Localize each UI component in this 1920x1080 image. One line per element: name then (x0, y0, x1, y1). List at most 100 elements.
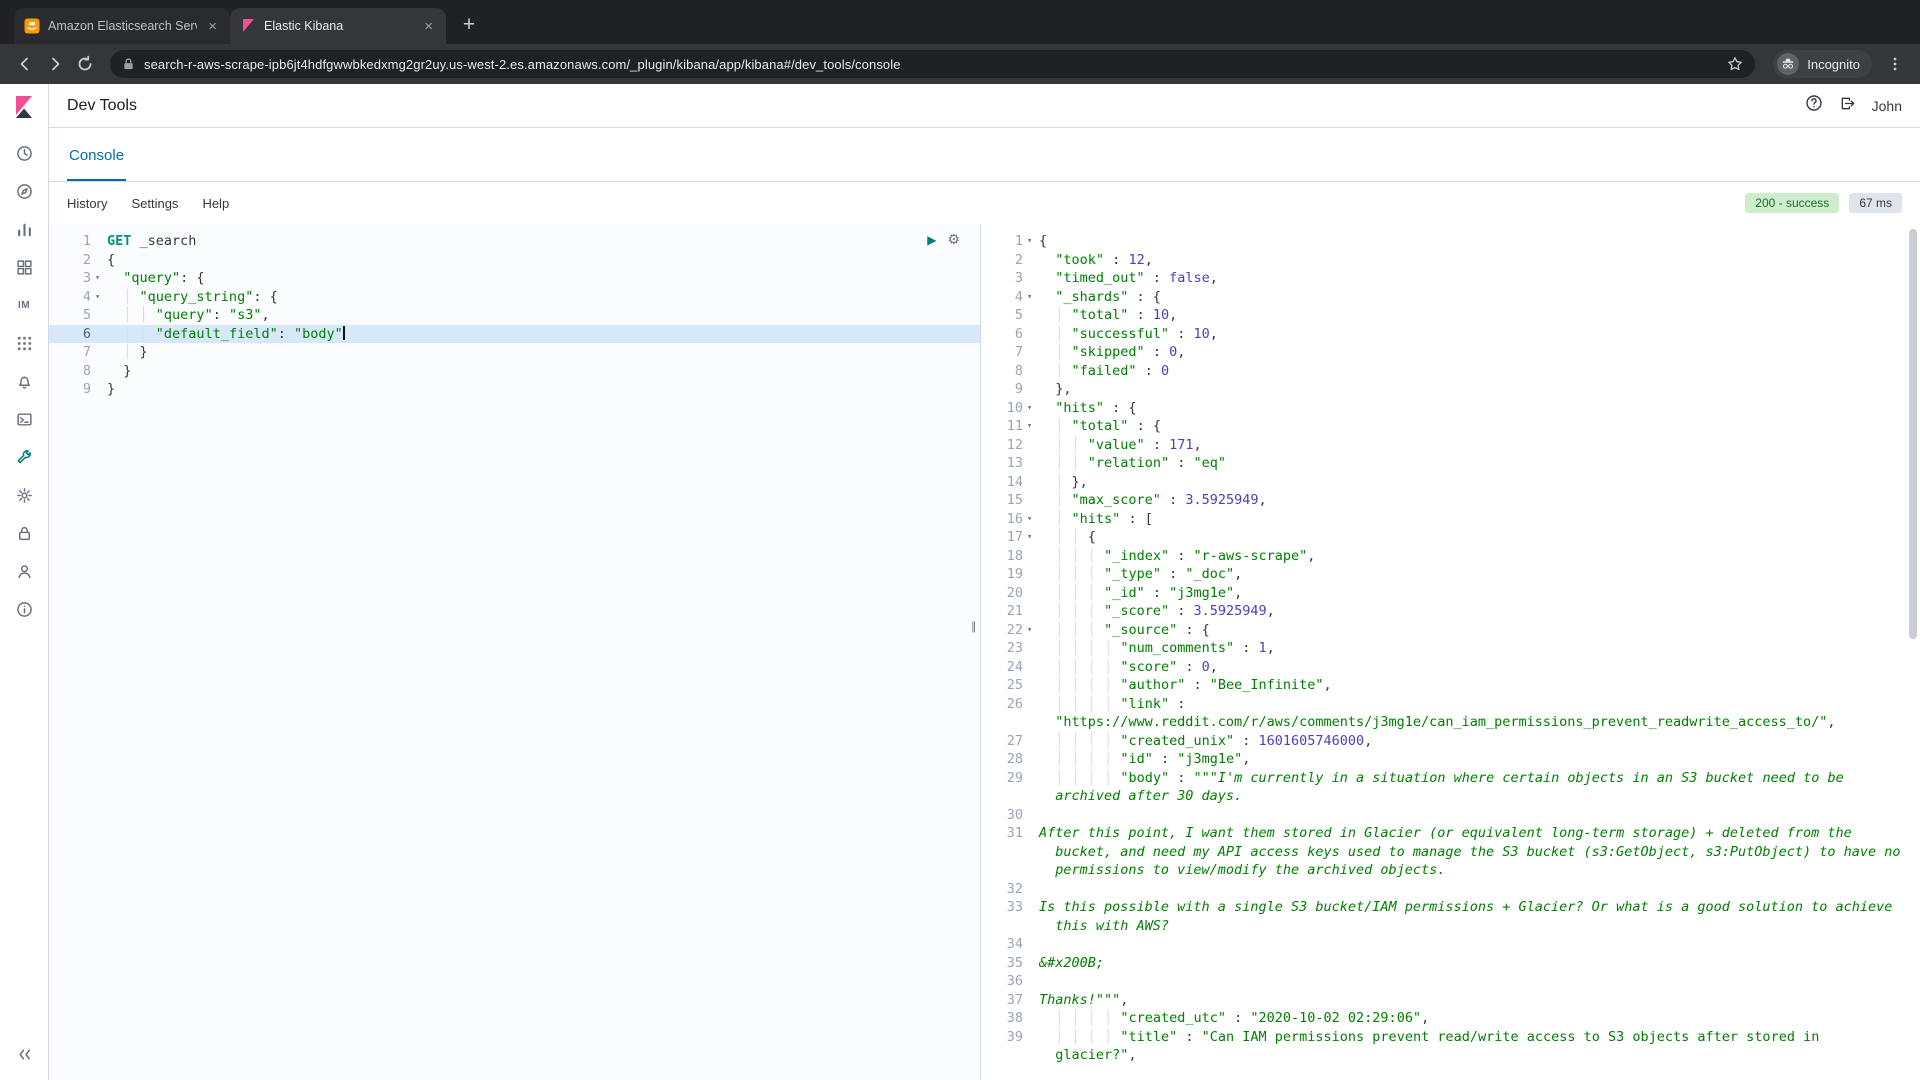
sidebar-item-recent-icon[interactable] (12, 141, 36, 165)
response-viewer[interactable]: 1▾{2 "took" : 12,3 "timed_out" : false,4… (980, 224, 1920, 1080)
back-button[interactable] (10, 49, 40, 79)
browser-tab-kibana[interactable]: Elastic Kibana × (230, 8, 446, 44)
line-number: 6 (981, 325, 1039, 344)
line-number: 4▾ (981, 288, 1039, 307)
sidebar-item-visualize-icon[interactable] (12, 217, 36, 241)
request-code-line[interactable]: 9} (49, 380, 980, 399)
response-code-line: 20 │ │ │ "_id" : "j3mg1e", (981, 584, 1920, 603)
line-number: 3▾ (49, 269, 107, 288)
menu-help[interactable]: Help (202, 196, 229, 211)
console-split-view: 1GET _search2{3▾ "query": {4▾ │ "query_s… (49, 224, 1920, 1080)
request-options-wrench-icon[interactable]: ⚙ (947, 231, 960, 248)
response-code-line: 9 }, (981, 380, 1920, 399)
line-number: 17▾ (981, 528, 1039, 547)
response-code-line: 27 │ │ │ │ "created_unix" : 160160574600… (981, 732, 1920, 751)
send-request-button[interactable]: ▶ (927, 233, 936, 247)
request-code-line[interactable]: 2{ (49, 251, 980, 270)
response-code-line: 15 │ "max_score" : 3.5925949, (981, 491, 1920, 510)
request-code-line[interactable]: 1GET _search (49, 232, 980, 251)
line-number: 15 (981, 491, 1039, 510)
sidebar-item-dev-tools-icon[interactable] (12, 445, 36, 469)
line-number: 8 (981, 362, 1039, 381)
line-number: 29 (981, 769, 1039, 806)
request-code-line[interactable]: 4▾ │ "query_string": { (49, 288, 980, 307)
response-code-line: 11▾ │ "total" : { (981, 417, 1920, 436)
browser-tab-strip: Amazon Elasticsearch Service × Elastic K… (0, 0, 1920, 44)
request-editor[interactable]: 1GET _search2{3▾ "query": {4▾ │ "query_s… (49, 224, 980, 1080)
response-code-line: 31After this point, I want them stored i… (981, 824, 1920, 880)
sidebar-item-apps-grid-icon[interactable] (12, 331, 36, 355)
menu-history[interactable]: History (67, 196, 107, 211)
response-scrollbar[interactable] (1909, 229, 1917, 639)
browser-menu-icon[interactable] (1880, 49, 1910, 79)
console-menu-bar: History Settings Help 200 - success 67 m… (49, 182, 1920, 224)
line-number: 18 (981, 547, 1039, 566)
request-code-line[interactable]: 7 │ } (49, 343, 980, 362)
line-number: 2 (49, 251, 107, 270)
user-name[interactable]: John (1872, 98, 1902, 114)
sidebar-item-discover-icon[interactable] (12, 179, 36, 203)
line-number: 36 (981, 972, 1039, 991)
line-number: 7 (49, 343, 107, 362)
line-number: 39 (981, 1028, 1039, 1065)
line-number: 12 (981, 436, 1039, 455)
address-bar[interactable]: search-r-aws-scrape-ipb6jt4hdfgwwbkedxmg… (110, 50, 1755, 78)
response-code-line: 2 "took" : 12, (981, 251, 1920, 270)
line-number: 22▾ (981, 621, 1039, 640)
url-text[interactable]: search-r-aws-scrape-ipb6jt4hdfgwwbkedxmg… (144, 57, 1718, 72)
reload-button[interactable] (70, 49, 100, 79)
response-code-line: 17▾ │ │ { (981, 528, 1920, 547)
line-number: 32 (981, 880, 1039, 899)
sidebar-item-im-icon[interactable]: IM (12, 293, 36, 317)
response-code-line: 33Is this possible with a single S3 buck… (981, 898, 1920, 935)
line-number: 20 (981, 584, 1039, 603)
tab-console[interactable]: Console (67, 132, 126, 181)
line-number: 2 (981, 251, 1039, 270)
response-code-line: 30 (981, 806, 1920, 825)
menu-settings[interactable]: Settings (131, 196, 178, 211)
response-code-line: 21 │ │ │ "_score" : 3.5925949, (981, 602, 1920, 621)
browser-tab-aws[interactable]: Amazon Elasticsearch Service × (14, 8, 230, 44)
new-tab-button[interactable]: + (454, 10, 484, 40)
collapse-nav-icon[interactable] (12, 1042, 36, 1066)
help-icon[interactable] (1805, 94, 1823, 117)
response-code-line: 22▾ │ │ │ "_source" : { (981, 621, 1920, 640)
line-number: 27 (981, 732, 1039, 751)
bookmark-star-icon[interactable] (1727, 56, 1743, 72)
sidebar-item-user-icon[interactable] (12, 559, 36, 583)
line-number: 38 (981, 1009, 1039, 1028)
sidebar-item-info-icon[interactable] (12, 597, 36, 621)
line-number: 31 (981, 824, 1039, 880)
browser-toolbar: search-r-aws-scrape-ipb6jt4hdfgwwbkedxmg… (0, 44, 1920, 84)
page-title: Dev Tools (67, 97, 137, 115)
request-code-line[interactable]: 3▾ "query": { (49, 269, 980, 288)
forward-button[interactable] (40, 49, 70, 79)
request-code-line[interactable]: 5 │ │ "query": "s3", (49, 306, 980, 325)
line-number: 10▾ (981, 399, 1039, 418)
pane-resize-handle[interactable]: ∥ (971, 620, 978, 633)
tab-title: Amazon Elasticsearch Service (48, 19, 197, 33)
line-number: 24 (981, 658, 1039, 677)
status-badge: 200 - success (1745, 193, 1839, 213)
incognito-label: Incognito (1807, 57, 1860, 72)
aws-favicon (24, 18, 40, 34)
kibana-sidebar: IM (0, 84, 49, 1080)
latency-badge: 67 ms (1849, 193, 1902, 213)
sidebar-item-console-icon[interactable] (12, 407, 36, 431)
logout-icon[interactable] (1839, 95, 1856, 117)
response-code-line: 19 │ │ │ "_type" : "_doc", (981, 565, 1920, 584)
request-code-line[interactable]: 6 │ │ "default_field": "body" (49, 325, 980, 344)
response-code-line: 36 (981, 972, 1920, 991)
sidebar-item-notifications-icon[interactable] (12, 369, 36, 393)
request-code-line[interactable]: 8 } (49, 362, 980, 381)
kibana-main: Dev Tools John Console History Settings … (49, 84, 1920, 1080)
sidebar-item-dashboard-icon[interactable] (12, 255, 36, 279)
sidebar-item-management-icon[interactable] (12, 483, 36, 507)
sidebar-item-security-icon[interactable] (12, 521, 36, 545)
kibana-app: IM (0, 84, 1920, 1080)
response-code-line: 6 │ "successful" : 10, (981, 325, 1920, 344)
close-tab-icon[interactable]: × (205, 18, 220, 35)
kibana-logo[interactable] (12, 95, 36, 119)
line-number: 9 (49, 380, 107, 399)
close-tab-icon[interactable]: × (421, 18, 436, 35)
